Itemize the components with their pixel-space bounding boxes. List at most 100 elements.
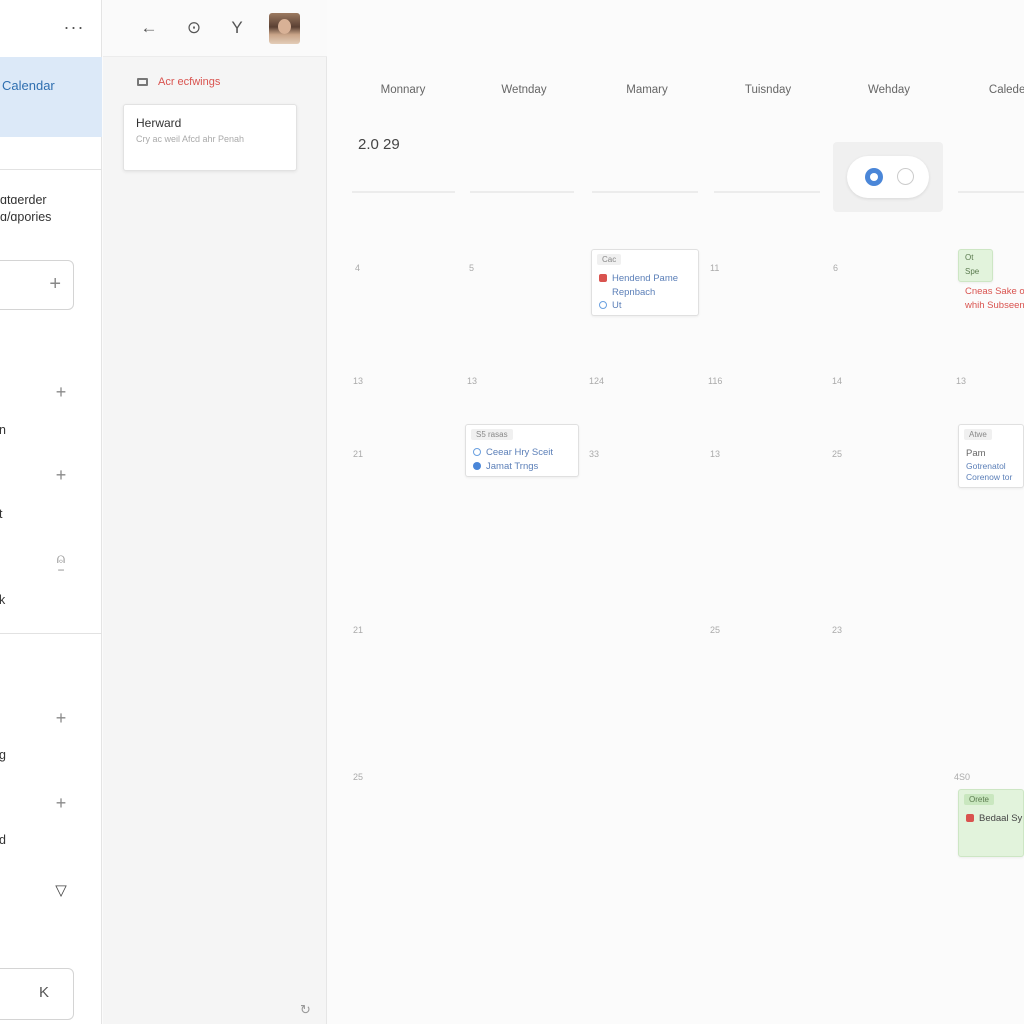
event-tag: Ot [965,253,974,262]
nav-row-5[interactable]: + d [0,793,102,847]
day-header: Mamary [626,84,668,96]
event-tag: S5 rasas [471,429,513,440]
nav-row-3[interactable]: ⍝ − k [0,548,102,607]
nav-search-box[interactable]: + [0,260,74,310]
day-number: 21 [353,449,364,459]
day-number: 21 [353,625,364,635]
divider [958,191,1024,193]
card-subtitle: Cry ac weil Afcd ahr Penah [136,134,245,144]
day-header: Monnary [380,84,426,96]
nav-row-2[interactable]: + t [0,465,102,521]
day-header: Caledes [988,84,1024,96]
day-number: 124 [589,376,605,386]
day-header: Wetnday [501,84,547,96]
event-tag: Cac [597,254,622,265]
mid-toolbar: ← ⊙ Y [103,0,327,57]
event-line-text: Pam [966,448,986,459]
back-arrow-icon[interactable]: ← [137,16,161,40]
event-line: Hendend Pame [599,273,678,284]
event-line: Bedaal Sy [966,813,1022,824]
day-number: 33 [589,449,600,459]
day-number: 6 [833,263,839,273]
nav-group-title-line2: ɑ/ɑpories [0,210,52,224]
divider [714,191,820,193]
calendar-event[interactable]: Ot Spe [958,249,993,282]
toggle-off-icon[interactable] [897,168,914,185]
event-tag: Atwe [964,429,992,440]
event-tag: Orete [964,794,995,805]
nav-item-calendar-label: Calendar [2,78,55,93]
event-color-icon [966,814,974,822]
event-line-text: Ut [612,300,622,311]
view-toggle[interactable] [847,156,929,198]
divider [0,169,102,170]
mid-panel: ← ⊙ Y Acr ecfwings Herward Cry ac weil A… [103,0,327,1024]
calendar-event[interactable]: Atwe Pam Gotrenatol Corenow tor [958,424,1024,488]
day-number: 13 [353,376,364,386]
calendar-event[interactable]: S5 rasas Ceear Hry Sceit Jamat Trngs [465,424,579,477]
event-color-icon [473,448,481,456]
list-icon [137,78,148,86]
day-number: 25 [710,625,721,635]
day-number: 14 [832,376,843,386]
nav-row-1[interactable]: + n [0,382,102,437]
event-line-text: Bedaal Sy [979,813,1023,824]
more-horizontal-icon[interactable]: ··· [60,14,88,40]
left-nav-panel: ··· Calendar ɑtɑerder ɑ/ɑpories + + n + … [0,0,102,1024]
plus-icon[interactable]: + [49,273,61,296]
calendar-event[interactable]: Cac Hendend Pame Repnbach Ut [591,249,699,316]
calendar-event[interactable]: Orete Bedaal Sy [958,789,1024,857]
collapse-icon: K [39,984,50,1001]
event-line: Ceear Hry Sceit [473,447,553,458]
event-line-text: Gotrenatol [966,461,1006,471]
event-line-text: Cneas Sake o [965,286,1024,297]
date-label: 2.0 29 [358,136,400,153]
mid-section-heading: Acr ecfwings [158,76,221,88]
minus-icon[interactable]: − [52,560,70,580]
filter-icon[interactable]: ▽ [52,881,70,901]
nav-row-4[interactable]: + g [0,708,102,762]
day-header: Tuisnday [744,84,792,96]
refresh-icon[interactable]: ↻ [300,1002,311,1018]
day-number: 13 [956,376,967,386]
nav-row-3-label: k [0,593,6,607]
avatar[interactable] [269,13,300,44]
day-number: 13 [467,376,478,386]
event-line-text: Corenow tor [966,472,1013,482]
day-number: 5 [469,263,475,273]
nav-row-5-label: d [0,833,6,847]
plus-icon[interactable]: + [52,382,70,402]
nav-group-title-line1: ɑtɑerder [0,193,47,207]
day-number: 23 [832,625,843,635]
day-number: 11 [710,263,720,273]
event-line-text: whih Subseen [965,300,1024,311]
event-line-text: Hendend Pame [612,273,679,284]
nav-group-title: ɑtɑerder ɑ/ɑpories [0,192,51,226]
mid-item-card[interactable]: Herward Cry ac weil Afcd ahr Penah [123,104,297,171]
event-line-text: Repnbach [612,287,656,298]
nav-row-4-label: g [0,748,6,762]
day-number: 4 [355,263,361,273]
card-title: Herward [136,116,182,130]
toggle-on-icon[interactable] [865,168,883,186]
collapse-button[interactable]: K [0,968,74,1020]
day-header: Wehday [868,84,910,96]
event-color-icon [599,301,607,309]
plus-icon[interactable]: + [52,465,70,485]
calendar-grid: Monnary Wetnday Mamary Tuisnday Wehday C… [328,0,1024,1024]
day-number: 25 [832,449,843,459]
divider [352,191,455,193]
divider [0,633,102,634]
divider [592,191,698,193]
plus-icon[interactable]: + [52,708,70,728]
filter-y-icon[interactable]: Y [225,16,249,40]
plus-icon[interactable]: + [52,793,70,813]
nav-row-6[interactable]: ▽ [0,881,102,921]
target-icon[interactable]: ⊙ [182,16,206,40]
day-number: 25 [353,772,364,782]
nav-row-2-label: t [0,507,3,521]
nav-item-calendar[interactable]: Calendar [0,57,102,137]
event-line: Ut [599,300,622,311]
event-line-text: Ceear Hry Sceit [486,447,554,458]
day-number: 13 [710,449,721,459]
